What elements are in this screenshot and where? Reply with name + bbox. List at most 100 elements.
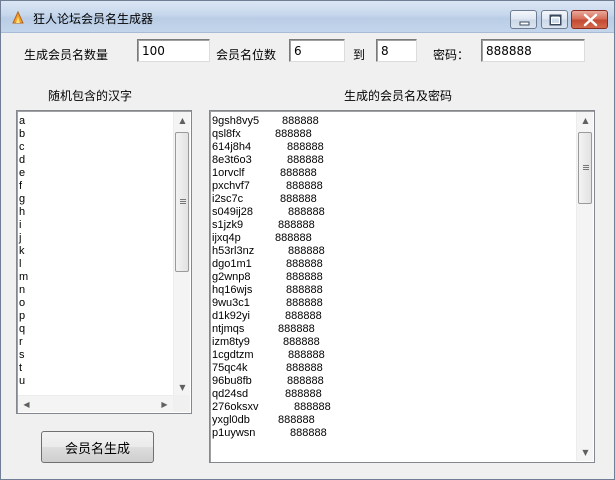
digits-max-input[interactable] xyxy=(376,39,417,62)
scroll-down-arrow-icon[interactable]: ▼ xyxy=(577,444,594,461)
member-password: 888888 xyxy=(294,401,331,413)
list-item[interactable]: f xyxy=(19,180,28,193)
list-item[interactable]: o xyxy=(19,297,28,310)
member-name: 9wu3c1 xyxy=(212,297,250,309)
member-password: 888888 xyxy=(288,349,325,361)
list-item[interactable]: 96bu8fb 888888 xyxy=(212,375,324,388)
list-item[interactable]: 9wu3c1 888888 xyxy=(212,297,323,310)
member-password: 888888 xyxy=(286,180,323,192)
list-item[interactable]: dgo1m1 888888 xyxy=(212,258,323,271)
list-item[interactable]: p xyxy=(19,310,28,323)
member-name: 1orvclf xyxy=(212,167,245,179)
list-item[interactable]: 9gsh8vy5 888888 xyxy=(212,115,319,128)
list-item[interactable]: 75qc4k 888888 xyxy=(212,362,323,375)
results-listbox[interactable]: 9gsh8vy5 888888 qsl8fx 888888 614j8h4 888888 8… xyxy=(209,110,595,463)
member-password: 888888 xyxy=(287,375,324,387)
maximize-icon xyxy=(549,14,562,26)
chars-horizontal-scrollbar[interactable]: ◀ ▶ xyxy=(18,395,173,412)
list-item[interactable]: s1jzk9 888888 xyxy=(212,219,315,232)
count-input[interactable] xyxy=(137,39,210,62)
scroll-up-arrow-icon[interactable]: ▲ xyxy=(174,112,191,129)
member-password: 888888 xyxy=(275,128,312,140)
list-item[interactable]: a xyxy=(19,115,28,128)
list-item[interactable]: r xyxy=(19,336,28,349)
member-name: dgo1m1 xyxy=(212,258,252,270)
member-password: 888888 xyxy=(278,323,315,335)
list-item[interactable]: e xyxy=(19,167,28,180)
list-item[interactable]: t xyxy=(19,362,28,375)
member-name: s049ij28 xyxy=(212,206,253,218)
member-name: 1cgdtzm xyxy=(212,349,254,361)
generate-button[interactable]: 会员名生成 xyxy=(41,431,154,463)
member-name: yxgl0db xyxy=(212,414,250,426)
list-item[interactable]: l xyxy=(19,258,28,271)
list-item[interactable]: pxchvf7 888888 xyxy=(212,180,323,193)
scroll-thumb[interactable] xyxy=(578,132,592,204)
scroll-left-arrow-icon[interactable]: ◀ xyxy=(18,396,35,413)
scrollbar-corner xyxy=(173,395,190,412)
list-item[interactable]: d xyxy=(19,154,28,167)
member-password: 888888 xyxy=(286,297,323,309)
close-button[interactable] xyxy=(571,10,608,29)
list-item[interactable]: 614j8h4 888888 xyxy=(212,141,324,154)
list-item[interactable]: g xyxy=(19,193,28,206)
list-item[interactable]: izm8ty9 888888 xyxy=(212,336,320,349)
list-item[interactable]: q xyxy=(19,323,28,336)
list-item[interactable]: m xyxy=(19,271,28,284)
list-item[interactable]: i2sc7c 888888 xyxy=(212,193,317,206)
member-password: 888888 xyxy=(285,310,322,322)
member-name: 96bu8fb xyxy=(212,375,252,387)
list-item[interactable]: hq16wjs 888888 xyxy=(212,284,323,297)
to-label: 到 xyxy=(353,48,366,62)
close-icon xyxy=(583,13,598,27)
chars-vertical-scrollbar[interactable]: ▲ ▼ xyxy=(173,112,190,396)
scroll-right-arrow-icon[interactable]: ▶ xyxy=(156,396,173,413)
list-item[interactable]: k xyxy=(19,245,28,258)
list-item[interactable]: i xyxy=(19,219,28,232)
member-name: 276oksxv xyxy=(212,401,259,413)
list-item[interactable]: h53rl3nz 888888 xyxy=(212,245,325,258)
results-list: 9gsh8vy5 888888 qsl8fx 888888 614j8h4 888888 8… xyxy=(212,115,331,440)
member-password: 888888 xyxy=(286,271,323,283)
list-item[interactable]: 1orvclf 888888 xyxy=(212,167,317,180)
member-password: 888888 xyxy=(280,167,317,179)
member-password: 888888 xyxy=(288,245,325,257)
list-item[interactable]: s049ij28 888888 xyxy=(212,206,325,219)
list-item[interactable]: c xyxy=(19,141,28,154)
list-item[interactable]: s xyxy=(19,349,28,362)
member-name: qd24sd xyxy=(212,388,249,400)
member-name: 75qc4k xyxy=(212,362,248,374)
app-icon xyxy=(12,10,24,24)
list-item[interactable]: p1uywsn 888888 xyxy=(212,427,327,440)
list-item[interactable]: n xyxy=(19,284,28,297)
title-bar[interactable]: 狂人论坛会员名生成器 xyxy=(1,1,614,33)
member-password: 888888 xyxy=(286,258,323,270)
list-item[interactable]: ntjmqs 888888 xyxy=(212,323,315,336)
list-item[interactable]: b xyxy=(19,128,28,141)
list-item[interactable]: 1cgdtzm 888888 xyxy=(212,349,325,362)
list-item[interactable]: ijxq4p 888888 xyxy=(212,232,312,245)
list-item[interactable]: qsl8fx 888888 xyxy=(212,128,312,141)
maximize-button[interactable] xyxy=(541,10,568,29)
scroll-up-arrow-icon[interactable]: ▲ xyxy=(577,112,594,129)
list-item[interactable]: yxgl0db 888888 xyxy=(212,414,315,427)
password-input[interactable] xyxy=(481,39,585,62)
member-name: hq16wjs xyxy=(212,284,253,296)
list-item[interactable]: 8e3t6o3 888888 xyxy=(212,154,324,167)
list-item[interactable]: d1k92yi 888888 xyxy=(212,310,322,323)
minimize-button[interactable] xyxy=(510,10,537,29)
scroll-down-arrow-icon[interactable]: ▼ xyxy=(174,379,191,396)
member-name: 9gsh8vy5 xyxy=(212,115,260,127)
list-item[interactable]: u xyxy=(19,375,28,388)
chars-listbox[interactable]: abcdefghijklmnopqrstu ▲ ▼ ◀ ▶ xyxy=(16,110,192,414)
member-password: 888888 xyxy=(275,232,312,244)
list-item[interactable]: g2wnp8 888888 xyxy=(212,271,323,284)
scroll-thumb[interactable] xyxy=(175,132,189,272)
list-item[interactable]: h xyxy=(19,206,28,219)
list-item[interactable]: qd24sd 888888 xyxy=(212,388,322,401)
digits-min-input[interactable] xyxy=(289,39,345,62)
results-vertical-scrollbar[interactable]: ▲ ▼ xyxy=(576,112,593,461)
member-name: h53rl3nz xyxy=(212,245,255,257)
list-item[interactable]: 276oksxv 888888 xyxy=(212,401,331,414)
list-item[interactable]: j xyxy=(19,232,28,245)
